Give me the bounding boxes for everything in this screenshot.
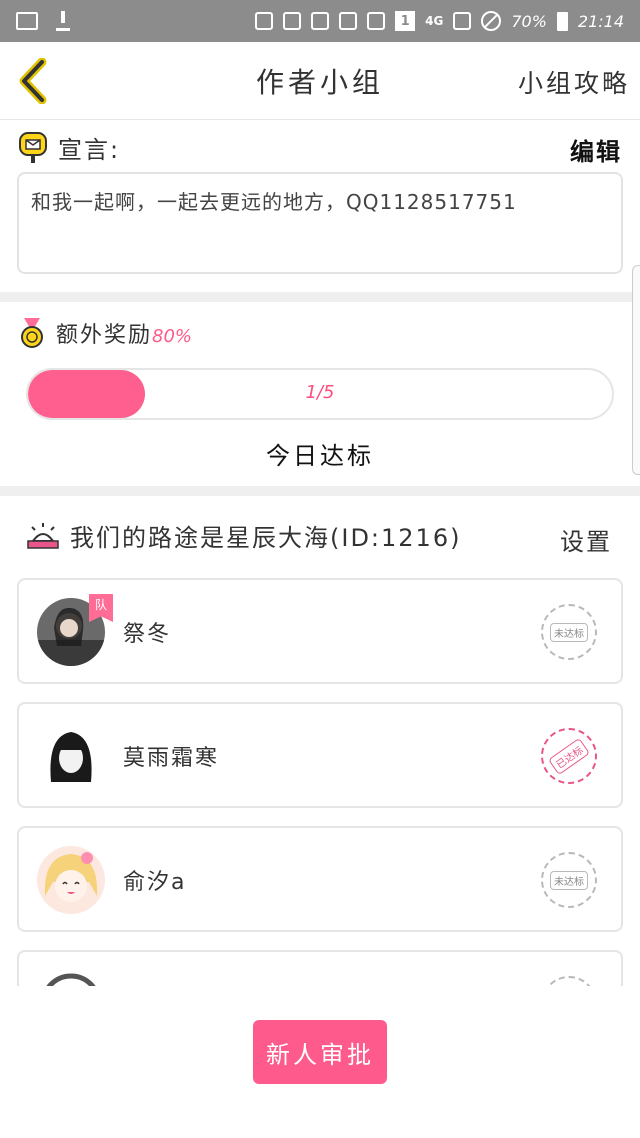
not-qualified-stamp-icon: 未达标 [541,852,597,908]
member-card[interactable]: 俞汐a 未达标 [17,826,623,932]
bonus-header: 额外奖励80% [18,316,192,350]
qualified-stamp-icon: 已达标 [541,728,597,784]
side-drawer-handle[interactable] [632,265,640,475]
settings-button[interactable]: 设置 [560,522,612,557]
nfc-icon [283,12,302,30]
group-emblem-icon [27,522,59,549]
member-name: 祭冬 [123,622,172,647]
progress-text: 1/5 [305,382,335,403]
clock: 21:14 [577,11,624,31]
sim-indicator: 1 [395,11,416,31]
section-divider [0,292,640,302]
member-card[interactable]: 莫雨霜寒 已达标 [17,702,623,808]
member-name: 莫雨霜寒 [123,746,220,771]
bonus-percent: 80% [152,326,193,347]
download-icon [56,11,70,31]
recycle-icon [255,12,274,30]
progress-bar: 1/5 [26,368,614,420]
stamp-text: 未达标 [550,622,588,642]
new-member-approval-button[interactable]: 新人审批 [253,1020,387,1084]
member-card[interactable]: 队 祭冬 未达标 [17,578,623,684]
group-guide-link[interactable]: 小组攻略 [518,64,630,100]
mailbox-icon [19,131,47,163]
member-avatar [37,722,105,790]
battery-percent: 70% [511,11,547,31]
group-header: 我们的路途是星辰大海(ID:1216) [26,518,461,553]
declaration-text[interactable]: 和我一起啊，一起去更远的地方，QQ1128517751 [17,172,623,274]
member-card[interactable] [17,950,623,986]
group-section: 我们的路途是星辰大海(ID:1216) 设置 队 祭冬 未达标 莫雨霜寒 已达标 [0,500,640,986]
section-divider [0,486,640,496]
declaration-section: 宣言: 编辑 和我一起啊，一起去更远的地方，QQ1128517751 [0,120,640,292]
today-status: 今日达标 [266,442,374,470]
member-name: 俞汐a [123,870,187,895]
mute-icon [311,12,330,30]
not-qualified-stamp-icon: 未达标 [541,604,597,660]
do-not-disturb-icon [481,11,502,31]
network-type: 4G [425,14,444,28]
signal-icon [453,12,472,30]
member-avatar [46,973,96,986]
nav-bar: 作者小组 小组攻略 [0,42,640,120]
stamp-text: 已达标 [547,737,591,775]
status-bar: 1 4G 70% 21:14 [0,0,640,42]
bonus-section: 额外奖励80% 1/5 今日达标 [0,302,640,486]
group-name: 我们的路途是星辰大海(ID:1216) [70,524,462,552]
medal-icon [21,318,43,348]
stamp-text: 未达标 [550,870,588,890]
declaration-label: 宣言: [58,136,121,164]
stamp-icon [541,976,597,986]
gallery-icon [16,12,38,30]
edit-button[interactable]: 编辑 [570,132,622,167]
bonus-label: 额外奖励 [56,323,153,348]
wifi-icon [367,12,386,30]
alarm-icon [339,12,358,30]
chevron-left-icon[interactable] [16,58,50,104]
battery-icon [556,11,568,31]
member-avatar [37,846,105,914]
declaration-header: 宣言: [18,130,120,165]
page-title: 作者小组 [255,65,384,99]
